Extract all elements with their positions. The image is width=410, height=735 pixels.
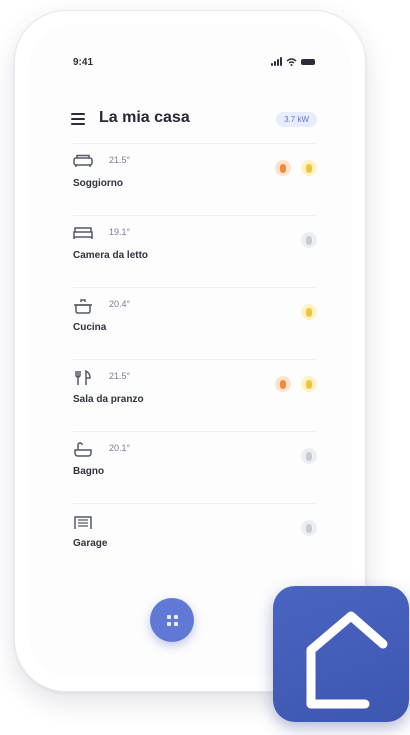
room-status-indicators	[301, 304, 317, 320]
page-title: La mia casa	[99, 109, 190, 126]
app-logo	[273, 586, 409, 722]
room-row[interactable]: 19.1° Camera da letto	[73, 215, 317, 278]
status-icons	[271, 57, 315, 66]
room-row[interactable]: 20.1° Bagno	[73, 431, 317, 494]
orange-status-icon	[275, 160, 291, 176]
app-screen: 9:41 La mia casa 3.7 kW 21.5° Soggiorno 19…	[29, 25, 351, 677]
room-status-indicators	[301, 520, 317, 536]
room-row[interactable]: Garage	[73, 503, 317, 566]
room-name: Soggiorno	[73, 178, 123, 189]
room-status-indicators	[301, 232, 317, 248]
gray-status-icon	[301, 520, 317, 536]
bathtub-icon	[73, 442, 93, 458]
room-temperature: 20.1°	[109, 443, 131, 453]
status-bar: 9:41	[29, 55, 351, 73]
room-row[interactable]: 21.5° Soggiorno	[73, 143, 317, 206]
room-name: Camera da letto	[73, 250, 149, 261]
battery-icon	[301, 58, 315, 65]
room-status-indicators	[301, 448, 317, 464]
garage-door-icon	[73, 514, 93, 530]
app-header: La mia casa 3.7 kW	[29, 105, 351, 135]
yellow-status-icon	[301, 304, 317, 320]
menu-icon[interactable]	[71, 113, 85, 125]
grid-icon	[166, 614, 178, 626]
wifi-icon	[286, 57, 297, 66]
room-name: Cucina	[73, 322, 107, 333]
status-time: 9:41	[73, 57, 94, 68]
room-temperature: 20.4°	[109, 299, 131, 309]
orange-status-icon	[275, 376, 291, 392]
room-name: Bagno	[73, 466, 105, 477]
power-badge[interactable]: 3.7 kW	[276, 112, 317, 127]
room-name: Garage	[73, 538, 108, 549]
fork-knife-icon	[73, 369, 93, 386]
room-row[interactable]: 21.5° Sala da pranzo	[73, 359, 317, 422]
room-name: Sala da pranzo	[73, 394, 144, 405]
room-row[interactable]: 20.4° Cucina	[73, 287, 317, 350]
room-status-indicators	[275, 160, 317, 176]
gray-status-icon	[301, 448, 317, 464]
room-temperature: 21.5°	[109, 371, 131, 381]
yellow-status-icon	[301, 160, 317, 176]
signal-icon	[271, 57, 282, 66]
yellow-status-icon	[301, 376, 317, 392]
room-temperature: 21.5°	[109, 155, 131, 165]
room-status-indicators	[275, 376, 317, 392]
cooking-pot-icon	[73, 298, 93, 314]
fab-button[interactable]	[150, 598, 194, 642]
gray-status-icon	[301, 232, 317, 248]
house-outline-icon	[306, 611, 388, 709]
bed-icon	[73, 226, 93, 242]
room-temperature: 19.1°	[109, 227, 131, 237]
sofa-icon	[73, 154, 93, 170]
